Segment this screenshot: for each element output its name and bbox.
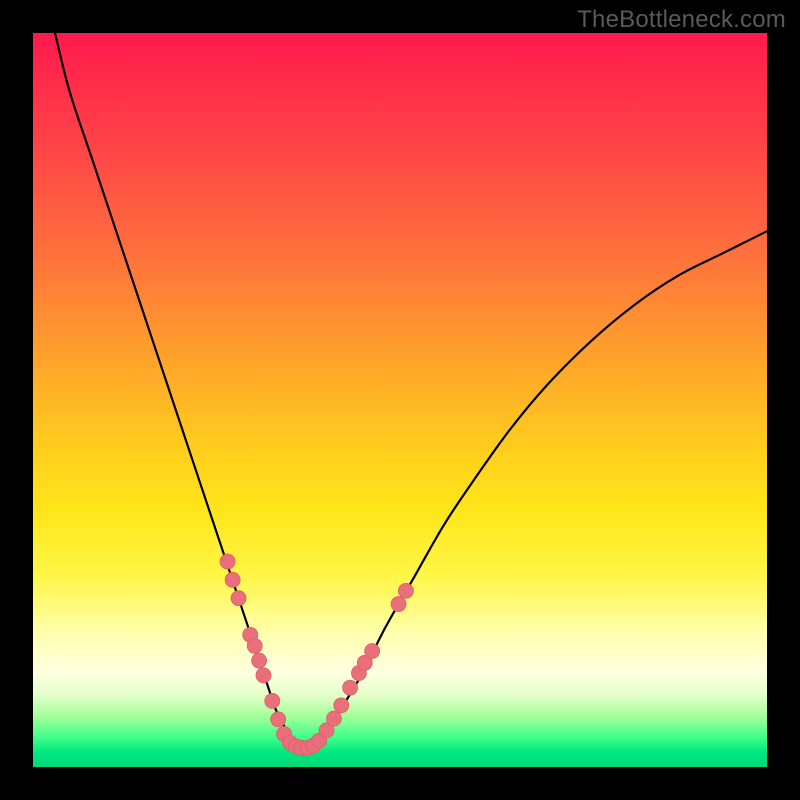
curve-markers	[220, 554, 413, 755]
curve-marker	[231, 591, 246, 606]
plot-area	[33, 33, 767, 767]
curve-marker	[326, 711, 341, 726]
bottleneck-curve	[55, 33, 767, 746]
curve-marker	[265, 693, 280, 708]
curve-marker	[225, 572, 240, 587]
curve-marker	[398, 583, 413, 598]
curve-marker	[334, 698, 349, 713]
curve-marker	[391, 597, 406, 612]
curve-marker	[252, 653, 267, 668]
curve-marker	[271, 712, 286, 727]
curve-marker	[343, 680, 358, 695]
curve-marker	[220, 554, 235, 569]
curve-marker	[365, 644, 380, 659]
chart-svg	[33, 33, 767, 767]
curve-marker	[256, 668, 271, 683]
chart-stage: TheBottleneck.com	[0, 0, 800, 800]
curve-marker	[247, 638, 262, 653]
watermark-text: TheBottleneck.com	[577, 6, 786, 34]
